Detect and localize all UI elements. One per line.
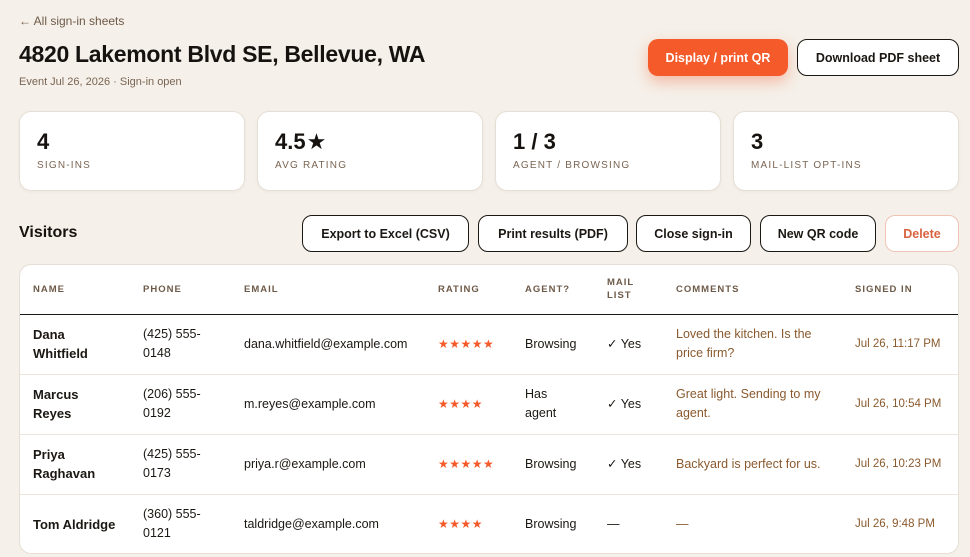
- stat-label: AVG RATING: [275, 160, 348, 171]
- visitor-rating: ★★★★: [438, 374, 525, 435]
- back-link[interactable]: ← All sign-in sheets: [19, 14, 124, 28]
- close-sign-in-button[interactable]: Close sign-in: [636, 215, 751, 252]
- column-header-agent[interactable]: AGENT?: [525, 265, 607, 315]
- stat-value: 1 / 3: [513, 129, 556, 154]
- display-print-qr-button[interactable]: Display / print QR: [648, 39, 788, 76]
- print-results-button[interactable]: Print results (PDF): [478, 215, 628, 252]
- stat-value: 4.5 ★: [275, 129, 327, 154]
- visitor-email[interactable]: priya.r@example.com: [244, 434, 438, 495]
- visitor-rating: ★★★★★: [438, 434, 525, 495]
- visitor-agent: Browsing: [525, 314, 607, 375]
- export-csv-button[interactable]: Export to Excel (CSV): [302, 215, 469, 252]
- rating-stars-icon: ★★★★: [438, 516, 484, 531]
- column-header-email[interactable]: EMAIL: [244, 265, 438, 315]
- visitor-agent: Browsing: [525, 516, 577, 531]
- visitor-signed-in: Jul 26, 11:17 PM: [855, 314, 958, 375]
- visitor-mail-list: ✓ Yes: [607, 434, 676, 495]
- visitor-name: Priya Raghavan: [20, 434, 143, 495]
- download-pdf-button[interactable]: Download PDF sheet: [797, 39, 959, 76]
- stat-card-agent-browsing: 1 / 3 AGENT / BROWSING: [495, 111, 721, 191]
- visitor-phone: (206) 555- 0192: [143, 374, 244, 435]
- table-row[interactable]: Priya Raghavan (425) 555- 0173 priya.r@exa…: [20, 434, 958, 495]
- stat-label: AGENT / BROWSING: [513, 160, 631, 171]
- column-header-signed-in[interactable]: SIGNED IN: [855, 265, 958, 315]
- visitor-mail-list: —: [607, 516, 620, 531]
- column-header-rating[interactable]: RATING: [438, 265, 525, 315]
- visitor-comment: —: [676, 516, 689, 531]
- table-row[interactable]: Marcus Reyes (206) 555- 0192 m.reyes@examp…: [20, 374, 958, 435]
- stat-value: 3: [751, 129, 764, 154]
- visitor-phone: (360) 555- 0121: [143, 507, 201, 541]
- stat-label: MAIL-LIST OPT-INS: [751, 160, 862, 171]
- visitor-rating: ★★★★★: [438, 314, 525, 375]
- stat-label: SIGN-INS: [37, 160, 92, 171]
- visitor-signed-in: Jul 26, 10:54 PM: [855, 374, 958, 435]
- stat-card-avg-rating: 4.5 ★ AVG RATING: [257, 111, 483, 191]
- rating-stars-icon: ★★★★: [438, 396, 484, 411]
- rating-stars-icon: ★★★★★: [438, 336, 495, 351]
- visitors-heading: Visitors: [19, 224, 78, 241]
- delete-button[interactable]: Delete: [885, 215, 959, 252]
- stat-value: 4: [37, 129, 50, 154]
- new-qr-code-button[interactable]: New QR code: [760, 215, 876, 252]
- visitor-name: Marcus Reyes: [20, 374, 143, 435]
- visitor-name: Tom Aldridge: [33, 516, 116, 532]
- stat-card-sign-ins: 4 SIGN-INS: [19, 111, 245, 191]
- page-title: 4820 Lakemont Blvd SE, Bellevue, WA: [19, 41, 426, 67]
- event-subtitle: Event Jul 26, 2026 · Sign-in open: [19, 76, 182, 88]
- visitor-signed-in: Jul 26, 10:23 PM: [855, 434, 958, 495]
- visitor-agent: Browsing: [525, 434, 607, 495]
- table-row[interactable]: Tom Aldridge (360) 555- 0121 taldridge@ex…: [20, 494, 958, 553]
- visitor-phone: (425) 555- 0148: [143, 314, 244, 375]
- visitor-mail-list: ✓ Yes: [607, 374, 676, 435]
- visitor-mail-list: ✓ Yes: [607, 314, 676, 375]
- column-header-name[interactable]: NAME: [20, 265, 143, 315]
- visitors-table: NAME PHONE EMAIL RATING AGENT? MAIL LIST…: [19, 264, 959, 554]
- visitor-email[interactable]: dana.whitfield@example.com: [244, 314, 438, 375]
- column-header-mail-list[interactable]: MAIL LIST: [607, 265, 676, 315]
- visitor-comment: Backyard is perfect for us.: [676, 434, 855, 495]
- visitor-agent: Has agent: [525, 374, 607, 435]
- visitor-rating: ★★★★: [438, 494, 525, 553]
- visitor-comment: Loved the kitchen. Is the price firm?: [676, 314, 855, 375]
- visitor-phone: (425) 555- 0173: [143, 434, 244, 495]
- table-header-row: NAME PHONE EMAIL RATING AGENT? MAIL LIST…: [20, 265, 958, 315]
- column-header-comments[interactable]: COMMENTS: [676, 265, 855, 315]
- star-icon: ★: [306, 129, 327, 154]
- rating-stars-icon: ★★★★★: [438, 456, 495, 471]
- column-header-phone[interactable]: PHONE: [143, 265, 244, 315]
- stat-card-mail-list: 3 MAIL-LIST OPT-INS: [733, 111, 959, 191]
- table-row[interactable]: Dana Whitfield (425) 555- 0148 dana.whitfi…: [20, 314, 958, 375]
- visitor-comment: Great light. Sending to my agent.: [676, 374, 855, 435]
- visitor-email[interactable]: m.reyes@example.com: [244, 374, 438, 435]
- visitor-signed-in: Jul 26, 9:48 PM: [855, 517, 935, 530]
- visitor-name: Dana Whitfield: [20, 314, 143, 375]
- visitor-email[interactable]: taldridge@example.com: [244, 494, 438, 553]
